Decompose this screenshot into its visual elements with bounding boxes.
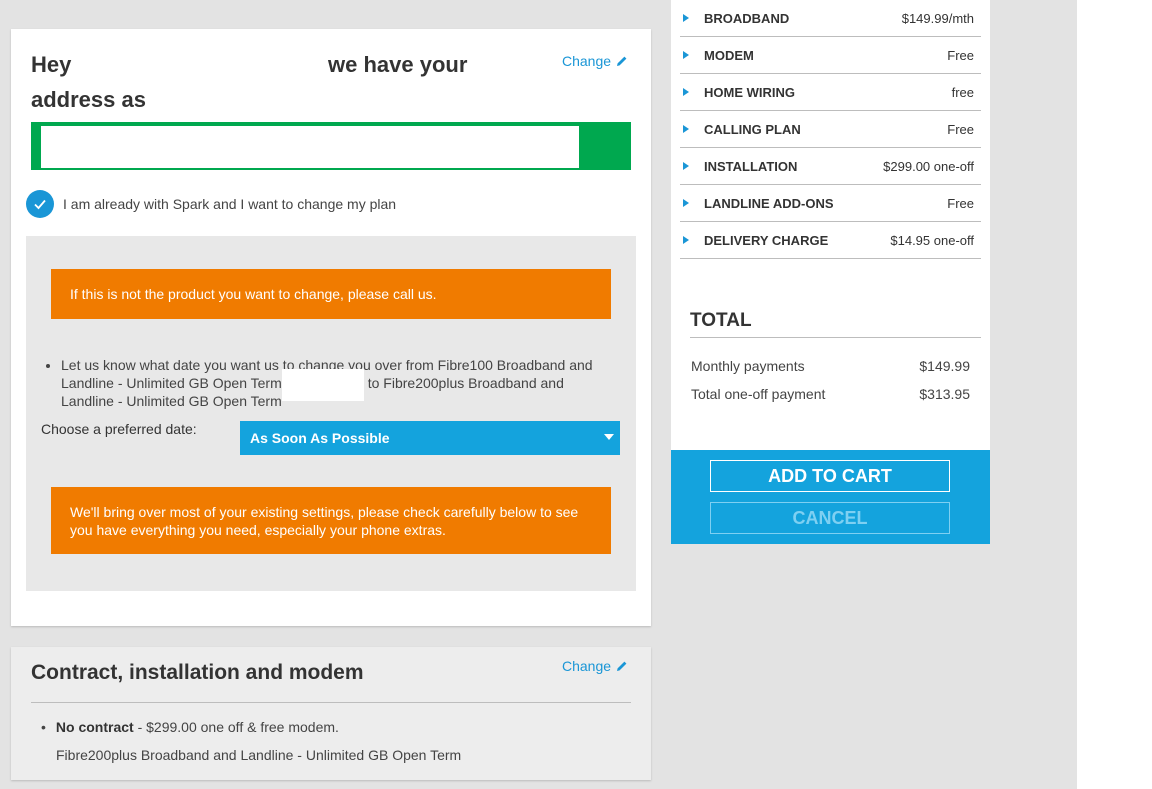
expand-arrow-icon — [683, 14, 689, 22]
checkbox-checked[interactable] — [26, 190, 54, 218]
summary-row-delivery-charge[interactable]: DELIVERY CHARGE $14.95 one-off — [680, 222, 981, 259]
contract-title: Contract, installation and modem — [31, 661, 364, 684]
change-address-link[interactable]: Change — [562, 53, 628, 69]
summary-row-installation[interactable]: INSTALLATION $299.00 one-off — [680, 148, 981, 185]
summary-row-broadband[interactable]: BROADBAND $149.99/mth — [680, 0, 981, 37]
summary-value: $14.95 one-off — [890, 232, 974, 248]
expand-arrow-icon — [683, 162, 689, 170]
call-us-notice: If this is not the product you want to c… — [51, 269, 611, 319]
summary-label: HOME WIRING — [704, 84, 795, 100]
address-card: Hey address as we have your Change I am … — [11, 29, 651, 626]
address-input[interactable] — [41, 126, 579, 168]
bullet-dot: • — [41, 719, 46, 735]
total-title: TOTAL — [690, 310, 752, 331]
date-label: Choose a preferred date: — [41, 421, 197, 437]
divider — [690, 337, 981, 338]
expand-arrow-icon — [683, 125, 689, 133]
summary-value: $299.00 one-off — [883, 158, 974, 174]
no-contract-label: No contract — [55, 719, 134, 735]
contract-summary: No contract - $299.00 one off & free mod… — [56, 719, 339, 735]
caret-down-icon — [604, 434, 614, 440]
summary-row-calling-plan[interactable]: CALLING PLAN Free — [680, 111, 981, 148]
summary-label: BROADBAND — [704, 10, 790, 26]
greeting-line2: address as — [31, 87, 146, 112]
change-plan-panel: If this is not the product you want to c… — [26, 236, 636, 591]
existing-customer-checkbox-row[interactable]: I am already with Spark and I want to ch… — [26, 190, 396, 218]
summary-label: MODEM — [704, 47, 754, 63]
oneoff-label: Total one-off payment — [691, 386, 826, 402]
checkmark-icon — [34, 199, 46, 210]
summary-label: INSTALLATION — [704, 158, 798, 174]
add-to-cart-button[interactable]: ADD TO CART — [710, 460, 950, 492]
oneoff-value: $313.95 — [919, 386, 970, 402]
date-select-value: As Soon As Possible — [250, 430, 390, 446]
preferred-date-select[interactable]: As Soon As Possible — [240, 421, 620, 455]
monthly-value: $149.99 — [919, 358, 970, 374]
summary-row-home-wiring[interactable]: HOME WIRING free — [680, 74, 981, 111]
divider — [31, 702, 631, 703]
order-summary: BROADBAND $149.99/mth MODEM Free HOME WI… — [671, 0, 990, 450]
contract-bullet: • No contract - $299.00 one off & free m… — [41, 719, 339, 735]
contract-detail: - $299.00 one off & free modem. — [137, 719, 339, 735]
monthly-payments-line: Monthly payments $149.99 — [691, 358, 970, 374]
checkbox-label: I am already with Spark and I want to ch… — [63, 196, 397, 212]
summary-label: DELIVERY CHARGE — [704, 232, 829, 248]
summary-value: Free — [947, 195, 974, 211]
pencil-icon — [617, 661, 627, 671]
expand-arrow-icon — [683, 88, 689, 96]
expand-arrow-icon — [683, 199, 689, 207]
cart-actions-panel: ADD TO CART CANCEL — [671, 450, 990, 544]
oneoff-payment-line: Total one-off payment $313.95 — [691, 386, 970, 402]
summary-label: CALLING PLAN — [704, 121, 801, 137]
summary-label: LANDLINE ADD-ONS — [704, 195, 834, 211]
address-bar — [31, 122, 631, 170]
summary-value: Free — [947, 47, 974, 63]
change-label: Change — [562, 658, 612, 674]
greeting-word: Hey — [31, 52, 72, 77]
expand-arrow-icon — [683, 51, 689, 59]
summary-row-landline-addons[interactable]: LANDLINE ADD-ONS Free — [680, 185, 981, 222]
greeting-continued: we have your — [328, 52, 468, 77]
pencil-icon — [617, 56, 627, 66]
change-label: Change — [562, 53, 612, 69]
contract-plan-name: Fibre200plus Broadband and Landline - Un… — [56, 747, 462, 763]
change-contract-link[interactable]: Change — [562, 658, 628, 674]
greeting-title: Hey address as — [31, 47, 351, 117]
summary-row-modem[interactable]: MODEM Free — [680, 37, 981, 74]
summary-value: $149.99/mth — [901, 10, 974, 26]
contract-card: Contract, installation and modem Change … — [11, 647, 651, 780]
monthly-label: Monthly payments — [691, 358, 805, 374]
expand-arrow-icon — [683, 236, 689, 244]
redacted-block — [282, 369, 364, 401]
summary-value: free — [951, 84, 974, 100]
summary-value: Free — [947, 121, 974, 137]
settings-notice: We'll bring over most of your existing s… — [51, 487, 611, 554]
cancel-button[interactable]: CANCEL — [710, 502, 950, 534]
